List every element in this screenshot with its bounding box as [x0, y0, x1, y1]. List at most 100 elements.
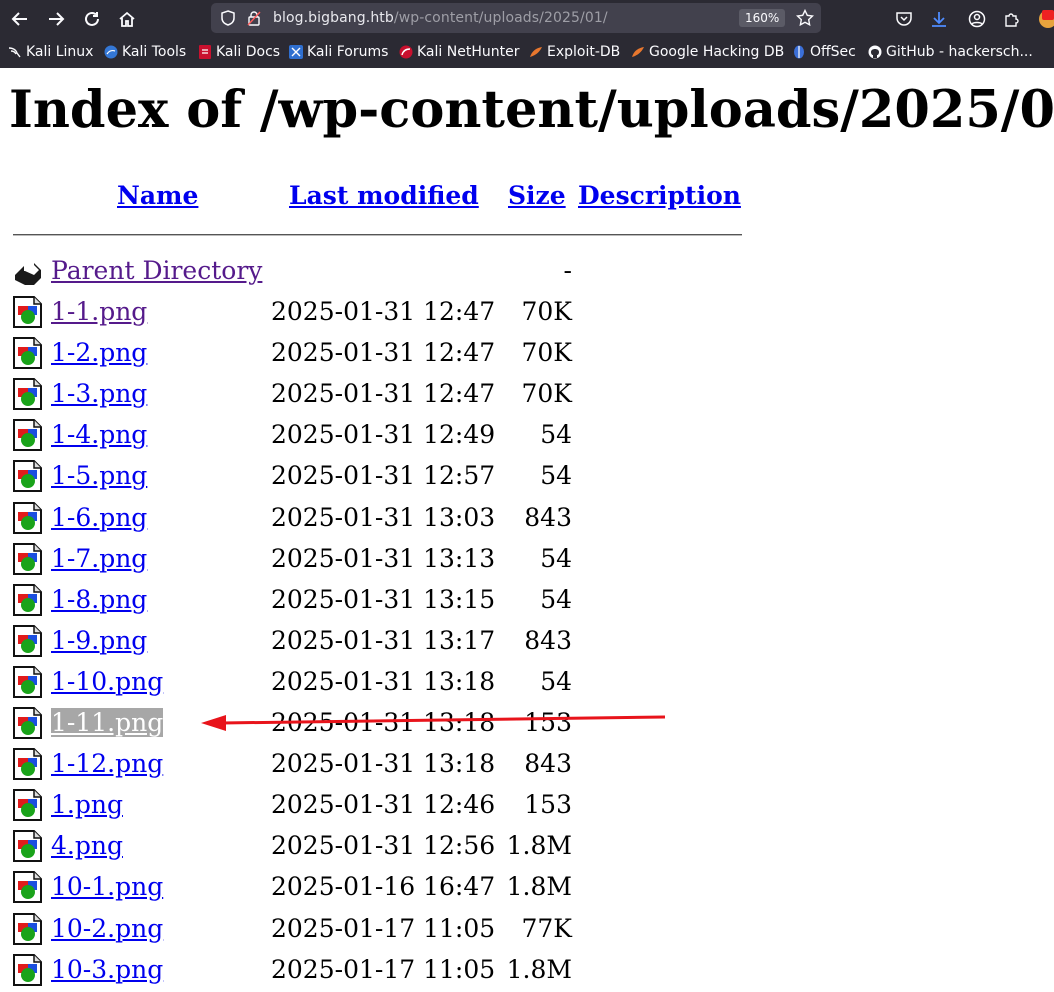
parent-directory-link[interactable]: Parent Directory: [51, 256, 262, 285]
file-size: 70K: [521, 297, 573, 326]
image-file-icon: [13, 296, 42, 328]
file-link[interactable]: 10-2.png: [51, 914, 163, 943]
kali-docs-icon: [199, 45, 211, 59]
file-size: 1.8M: [506, 954, 572, 984]
table-row: 1.png 2025-01-31 12:46 153: [0, 786, 760, 827]
bookmark-github[interactable]: GitHub - hackersch...: [868, 43, 1033, 61]
home-icon: [119, 11, 135, 27]
file-link[interactable]: 1-12.png: [51, 749, 163, 778]
file-link[interactable]: 10-1.png: [51, 872, 163, 901]
github-icon: [868, 45, 882, 59]
file-link[interactable]: 1-2.png: [51, 338, 147, 367]
file-size: 70K: [521, 379, 573, 409]
kali-dragon-icon: [8, 47, 21, 58]
image-file-icon: [13, 871, 42, 904]
home-button[interactable]: [114, 6, 140, 32]
image-file-icon: [13, 460, 42, 493]
ghdb-icon: [632, 47, 644, 57]
file-modified: 2025-01-31 12:47: [271, 379, 496, 409]
forward-button[interactable]: [43, 6, 69, 32]
image-file-icon: [13, 707, 42, 739]
table-row: 1-1.png 2025-01-31 12:47 70K: [0, 293, 760, 334]
bookmarks-toolbar: Kali Linux Kali Tools Kali Docs Kali For…: [0, 40, 1054, 64]
extension-badge-icon: [1039, 10, 1054, 28]
file-link[interactable]: 1.png: [51, 790, 123, 819]
table-row: 1-4.png 2025-01-31 12:49 54: [0, 416, 760, 457]
bookmark-label: Kali Tools: [122, 44, 187, 60]
back-button[interactable]: [7, 6, 33, 32]
column-header-name[interactable]: Name: [117, 181, 198, 210]
url-bar[interactable]: blog.bigbang.htb/wp-content/uploads/2025…: [211, 3, 821, 33]
file-link[interactable]: 1-8.png: [51, 585, 147, 614]
download-icon: [932, 12, 946, 27]
file-link[interactable]: 10-3.png: [51, 955, 163, 984]
kali-forums-icon: [289, 45, 303, 59]
image-file-icon: [13, 789, 42, 822]
zoom-level-badge[interactable]: 160%: [739, 9, 786, 27]
extension-badge-button[interactable]: [1034, 6, 1054, 32]
column-header-description[interactable]: Description: [578, 181, 741, 210]
file-link[interactable]: 1-10.png: [51, 667, 163, 696]
table-row: 10-2.png 2025-01-17 11:05 77K: [0, 910, 760, 951]
table-row: 4.png 2025-01-31 12:56 1.8M: [0, 827, 760, 868]
bookmark-star-icon[interactable]: [795, 8, 815, 28]
file-link[interactable]: 1-1.png: [51, 297, 147, 326]
bookmark-kali-nethunter[interactable]: Kali NetHunter: [399, 43, 519, 61]
file-link[interactable]: 1-7.png: [51, 544, 147, 573]
file-modified: 2025-01-16 16:47: [271, 872, 496, 902]
file-size: 153: [524, 708, 572, 737]
bookmark-kali-linux[interactable]: Kali Linux: [8, 43, 93, 61]
image-file-icon: [13, 501, 42, 534]
bookmark-offsec[interactable]: OffSec: [792, 43, 856, 61]
file-size: 843: [524, 749, 572, 779]
image-file-icon: [13, 624, 42, 657]
column-header-size[interactable]: Size: [508, 181, 566, 210]
file-modified: 2025-01-31 12:46: [271, 790, 496, 820]
reload-button[interactable]: [79, 6, 105, 32]
image-file-icon: [13, 748, 42, 781]
nethunter-icon: [399, 45, 413, 59]
file-modified: 2025-01-31 13:17: [271, 625, 496, 655]
table-row: 1-5.png 2025-01-31 12:57 54: [0, 457, 760, 498]
pocket-button[interactable]: [891, 6, 917, 32]
bookmark-label: Google Hacking DB: [649, 44, 785, 60]
account-button[interactable]: [964, 6, 990, 32]
table-row: 1-12.png 2025-01-31 13:18 843: [0, 745, 760, 786]
file-size: 843: [524, 502, 572, 532]
file-link[interactable]: 1-11.png: [51, 708, 164, 737]
column-header-last-modified[interactable]: Last modified: [289, 181, 479, 210]
downloads-button[interactable]: [926, 6, 952, 32]
extensions-button[interactable]: [999, 6, 1025, 32]
image-file-icon: [13, 953, 42, 986]
page-title: Index of /wp-content/uploads/2025/01: [9, 80, 1054, 140]
url-text[interactable]: blog.bigbang.htb/wp-content/uploads/2025…: [273, 10, 608, 26]
file-link[interactable]: 1-4.png: [51, 420, 147, 449]
shield-icon[interactable]: [219, 9, 237, 27]
image-file-icon: [13, 378, 42, 411]
image-file-icon: [13, 912, 42, 945]
exploit-db-icon: [530, 47, 542, 57]
image-file-icon: [13, 830, 42, 863]
file-size: 1.8M: [506, 872, 572, 902]
file-link[interactable]: 1-3.png: [51, 379, 147, 408]
back-folder-icon: [15, 263, 41, 285]
table-row: 1-8.png 2025-01-31 13:15 54: [0, 581, 760, 622]
file-link[interactable]: 1-6.png: [51, 503, 147, 532]
bookmark-kali-forums[interactable]: Kali Forums: [289, 43, 388, 61]
file-modified: 2025-01-31 13:03: [271, 502, 496, 532]
file-modified: 2025-01-31 13:18: [271, 666, 496, 696]
bookmark-kali-docs[interactable]: Kali Docs: [198, 43, 280, 61]
file-link[interactable]: 4.png: [51, 831, 123, 860]
image-file-icon: [13, 665, 42, 698]
file-size: 54: [540, 543, 572, 573]
bookmark-kali-tools[interactable]: Kali Tools: [104, 43, 186, 61]
image-file-icon: [13, 583, 42, 616]
bookmark-exploit-db[interactable]: Exploit-DB: [529, 43, 620, 61]
account-icon: [968, 10, 986, 28]
insecure-lock-icon[interactable]: [245, 9, 263, 27]
file-link[interactable]: 1-5.png: [51, 461, 147, 490]
file-size: 54: [540, 420, 572, 450]
bookmark-google-hacking-db[interactable]: Google Hacking DB: [631, 43, 784, 61]
file-link[interactable]: 1-9.png: [51, 626, 147, 655]
table-row: 1-7.png 2025-01-31 13:13 54: [0, 540, 760, 581]
